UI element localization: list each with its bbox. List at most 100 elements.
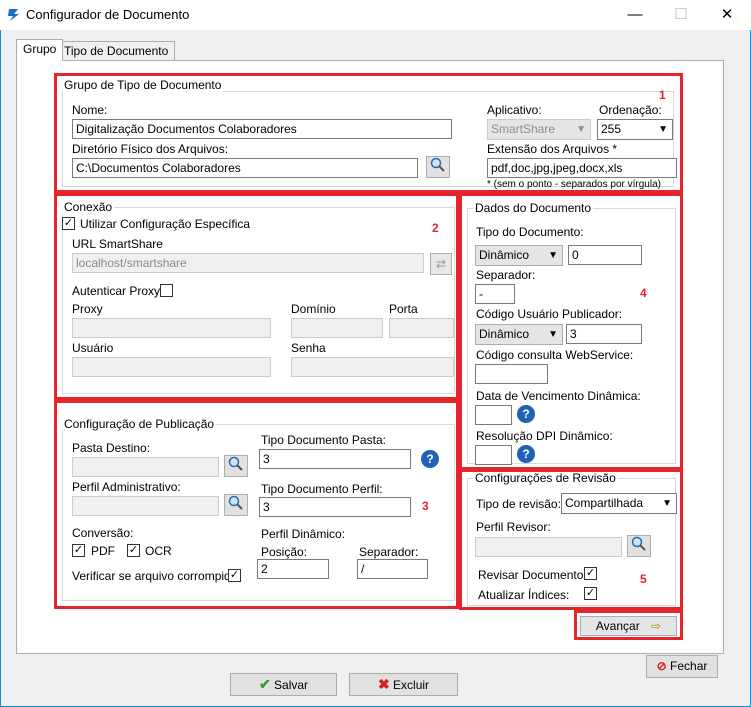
- senha-label: Senha: [291, 341, 326, 355]
- url-label: URL SmartShare: [72, 237, 163, 251]
- test-connection-button[interactable]: ⇄: [430, 253, 452, 275]
- browse-perfil-admin-button[interactable]: [224, 494, 248, 516]
- separador-dados-field[interactable]: -: [475, 284, 515, 304]
- nome-field[interactable]: Digitalização Documentos Colaboradores: [72, 119, 452, 139]
- ordenacao-label: Ordenação:: [599, 103, 662, 117]
- conversao-label: Conversão:: [72, 526, 134, 540]
- tab-grupo[interactable]: Grupo: [16, 39, 64, 61]
- pasta-destino-field[interactable]: [72, 457, 219, 477]
- vencimento-label: Data de Vencimento Dinâmica:: [476, 389, 641, 403]
- aplicativo-select[interactable]: SmartShare ▼: [487, 119, 591, 140]
- porta-field[interactable]: [389, 318, 454, 338]
- close-button[interactable]: ✕: [704, 0, 750, 30]
- autenticar-proxy-label: Autenticar Proxy:: [72, 284, 164, 298]
- utilizar-config-checkbox[interactable]: ✓: [62, 217, 75, 230]
- diretorio-field[interactable]: C:\Documentos Colaboradores: [72, 158, 418, 178]
- tipo-doc-pasta-label: Tipo Documento Pasta:: [261, 433, 386, 447]
- posicao-label: Posição:: [261, 545, 308, 559]
- window-title: Configurador de Documento: [26, 7, 190, 22]
- cancel-circle-icon: ⊘: [656, 659, 667, 673]
- aplicativo-value: SmartShare: [491, 122, 556, 136]
- separador-pub-field[interactable]: /: [357, 559, 428, 579]
- verificar-checkbox[interactable]: ✓: [228, 569, 241, 582]
- maximize-button[interactable]: ☐: [658, 0, 704, 30]
- arrow-right-icon: ⇨: [651, 619, 662, 633]
- marker-4: 4: [640, 286, 647, 300]
- senha-field[interactable]: [291, 357, 454, 377]
- browse-pasta-button[interactable]: [224, 455, 248, 477]
- delete-x-icon: ✖: [377, 676, 390, 692]
- marker-3: 3: [422, 499, 429, 513]
- resolucao-label: Resolução DPI Dinâmico:: [476, 429, 613, 443]
- extensao-field[interactable]: pdf,doc,jpg,jpeg,docx,xls: [487, 158, 677, 178]
- vencimento-field[interactable]: [475, 405, 512, 425]
- usuario-field[interactable]: [72, 357, 271, 377]
- porta-label: Porta: [389, 302, 418, 316]
- codigo-usuario-field[interactable]: 3: [566, 324, 642, 344]
- perfil-dinamico-label: Perfil Dinâmico:: [261, 527, 346, 541]
- chevron-down-icon: ▼: [662, 498, 672, 509]
- tipo-doc-pasta-field[interactable]: 3: [259, 449, 411, 469]
- perfil-admin-field[interactable]: [72, 496, 219, 516]
- url-field[interactable]: localhost/smartshare: [72, 253, 424, 273]
- posicao-field[interactable]: 2: [257, 559, 329, 579]
- fechar-button[interactable]: ⊘ Fechar: [646, 655, 718, 678]
- tipo-doc-label: Tipo do Documento:: [476, 225, 584, 239]
- browse-perfil-revisor-button[interactable]: [627, 535, 651, 557]
- atualizar-indices-checkbox[interactable]: ✓: [584, 587, 597, 600]
- tipo-revisao-select[interactable]: Compartilhada ▼: [561, 493, 677, 514]
- tipo-revisao-label: Tipo de revisão:: [476, 497, 561, 511]
- ocr-label: OCR: [145, 544, 172, 558]
- help-icon[interactable]: ?: [421, 450, 439, 468]
- dominio-field[interactable]: [291, 318, 383, 338]
- minimize-button[interactable]: —: [612, 0, 658, 30]
- tab-tipo-documento[interactable]: Tipo de Documento: [57, 41, 176, 61]
- webservice-field[interactable]: [475, 364, 548, 384]
- help-icon[interactable]: ?: [517, 445, 535, 463]
- separador-pub-label: Separador:: [359, 545, 419, 559]
- pasta-destino-label: Pasta Destino:: [72, 441, 151, 455]
- tipo-doc-select-value: Dinâmico: [479, 248, 530, 262]
- revisar-documento-label: Revisar Documento:: [478, 568, 587, 582]
- avancar-button[interactable]: Avançar ⇨: [580, 616, 677, 636]
- pdf-checkbox[interactable]: ✓: [72, 544, 85, 557]
- excluir-button[interactable]: ✖ Excluir: [349, 673, 458, 696]
- excluir-label: Excluir: [393, 678, 430, 692]
- tipo-doc-select[interactable]: Dinâmico ▼: [475, 245, 563, 266]
- revisar-documento-checkbox[interactable]: ✓: [584, 567, 597, 580]
- dominio-label: Domínio: [291, 302, 336, 316]
- tipo-doc-perfil-label: Tipo Documento Perfil:: [261, 482, 383, 496]
- search-icon: [631, 536, 646, 551]
- atualizar-indices-label: Atualizar Índices:: [478, 588, 570, 602]
- marker-5: 5: [640, 572, 647, 586]
- resolucao-field[interactable]: [475, 445, 512, 465]
- codigo-usuario-select[interactable]: Dinâmico ▼: [475, 324, 563, 345]
- nome-label: Nome:: [72, 103, 108, 117]
- ocr-checkbox[interactable]: ✓: [127, 544, 140, 557]
- tipo-doc-field[interactable]: 0: [568, 245, 642, 265]
- codigo-usuario-select-value: Dinâmico: [479, 327, 530, 341]
- app-logo-icon: [8, 9, 19, 21]
- separador-dados-label: Separador:: [476, 268, 536, 282]
- proxy-field[interactable]: [72, 318, 271, 338]
- perfil-revisor-field[interactable]: [475, 537, 622, 557]
- autenticar-proxy-checkbox[interactable]: [160, 284, 173, 297]
- aplicativo-label: Aplicativo:: [487, 103, 542, 117]
- browse-folder-button[interactable]: [426, 156, 450, 178]
- pdf-label: PDF: [91, 544, 115, 558]
- tipo-doc-perfil-field[interactable]: 3: [259, 497, 411, 517]
- codigo-usuario-label: Código Usuário Publicador:: [476, 307, 623, 321]
- chevron-down-icon: ▼: [548, 329, 558, 340]
- marker-1: 1: [659, 88, 666, 102]
- help-icon[interactable]: ?: [517, 405, 535, 423]
- ordenacao-select[interactable]: 255 ▼: [597, 119, 673, 140]
- check-icon: ✔: [258, 676, 271, 692]
- utilizar-config-label: Utilizar Configuração Específica: [80, 217, 251, 231]
- extensao-label: Extensão dos Arquivos *: [487, 142, 618, 156]
- diretorio-label: Diretório Físico dos Arquivos:: [72, 142, 229, 156]
- chevron-down-icon: ▼: [548, 250, 558, 261]
- chevron-down-icon: ▼: [576, 124, 586, 135]
- salvar-label: Salvar: [274, 678, 309, 692]
- salvar-button[interactable]: ✔ Salvar: [230, 673, 337, 696]
- search-icon: [228, 495, 243, 510]
